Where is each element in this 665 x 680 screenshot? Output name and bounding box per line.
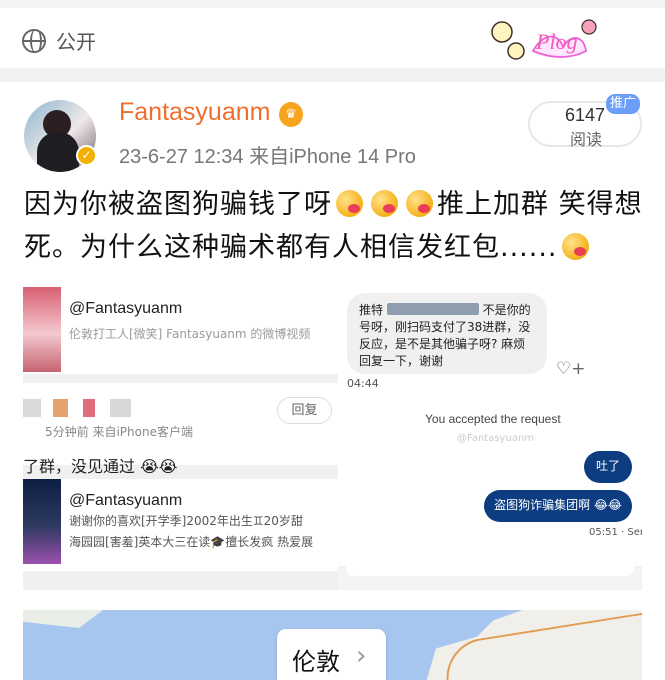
author-name[interactable]: Fantasyuanm (119, 98, 270, 127)
account-name: @Fantasyuanm (69, 300, 183, 317)
top-separator (0, 0, 665, 8)
profile-card: @Fantasyuanm 伦敦打工人[微笑] Fantasyuanm 的微博视频 (23, 287, 338, 374)
visibility-label: 公开 (56, 30, 96, 54)
profile-thumbnail-secondary (23, 479, 61, 564)
read-label: 阅读 (570, 132, 603, 149)
smiling-heart-emoji-icon-2 (371, 190, 398, 217)
comment-time-source: 5分钟前 来自iPhone客户端 (45, 425, 193, 439)
account-description-line-one: 谢谢你的喜欢[开学季]2002年出生♊20岁甜 (69, 514, 303, 528)
comment-text-value: 了群，没见通过 (23, 457, 136, 476)
outgoing-time: 05:51 · Sent (589, 527, 642, 538)
post-text: 因为你被盗图狗骗钱了呀 推上加群 笑得想死。为什么这种骗术都有人相信发红包....… (24, 183, 644, 269)
smiling-heart-emoji-icon-3 (406, 190, 433, 217)
incoming-prefix: 推特 (359, 303, 384, 317)
plog-sticker: Plog (491, 19, 597, 60)
post-text-part-one: 因为你被盗图狗骗钱了呀 (24, 189, 332, 220)
globe-icon (22, 28, 46, 53)
comment-text: 了群，没见通过 😭😭 (23, 457, 178, 476)
chevron-right-icon[interactable]: › (356, 641, 366, 671)
blurred-account (386, 303, 479, 315)
promo-badge[interactable]: 推广 (606, 94, 640, 114)
blurred-username (23, 399, 173, 417)
outgoing-message-text: 盗图狗诈骗集团啊 (494, 498, 591, 512)
profile-thumbnail (23, 287, 61, 372)
post-source: 来自iPhone 14 Pro (249, 146, 416, 168)
verified-badge-icon: ✓ (76, 145, 97, 166)
weibo-post-page: 公开 Plog ✓ Fantasyuanm ♛ 23-6-27 12:34 来自… (0, 0, 665, 680)
comment-card: 5分钟前 来自iPhone客户端 了群，没见通过 😭😭 回复 (23, 383, 338, 476)
smiling-heart-emoji-icon (336, 190, 363, 217)
watermark: @Fantasyuanm (457, 433, 535, 444)
system-message: You accepted the request (425, 412, 561, 426)
profile-card-secondary: @Fantasyuanm 谢谢你的喜欢[开学季]2002年出生♊20岁甜 海园园… (23, 479, 338, 571)
visibility-row: 公开 (22, 26, 96, 55)
section-divider (0, 68, 665, 82)
location-label[interactable]: 伦敦 (292, 642, 340, 677)
incoming-time: 04:44 (347, 377, 379, 390)
account-name-secondary: @Fantasyuanm (69, 492, 183, 509)
right-screenshot-image[interactable]: 推特 不是你的号呀，刚扫码支付了38进群，没反应，是不是其他骗子呀? 麻烦回复一… (338, 287, 642, 590)
incoming-message-bubble: 推特 不是你的号呀，刚扫码支付了38进群，没反应，是不是其他骗子呀? 麻烦回复一… (347, 293, 547, 374)
account-description-line-two: 海园园[害羞]英本大三在读🎓擅长发疯 热爱展 (69, 535, 314, 549)
outgoing-message-bubble: 吐了 (584, 451, 632, 483)
map-land-top-left (23, 610, 103, 628)
post-timestamp: 23-6-27 12:34 (119, 146, 244, 168)
left-screenshot-image[interactable]: @Fantasyuanm 伦敦打工人[微笑] Fantasyuanm 的微博视频… (23, 287, 338, 590)
outgoing-message-bubble-secondary: 盗图狗诈骗集团啊 😂😂 (484, 490, 632, 522)
reply-button[interactable]: 回复 (277, 397, 332, 424)
plog-text: Plog (535, 29, 578, 54)
crown-icon: ♛ (279, 102, 303, 127)
account-description: 伦敦打工人[微笑] Fantasyuanm 的微博视频 (69, 327, 311, 341)
smirk-emoji-icon (561, 233, 589, 260)
right-screenshot-footer (338, 566, 642, 590)
post-meta: 23-6-27 12:34 来自iPhone 14 Pro (119, 140, 416, 169)
heart-react-icon[interactable]: ♡+ (556, 359, 585, 379)
read-count: 6147 (565, 105, 606, 125)
